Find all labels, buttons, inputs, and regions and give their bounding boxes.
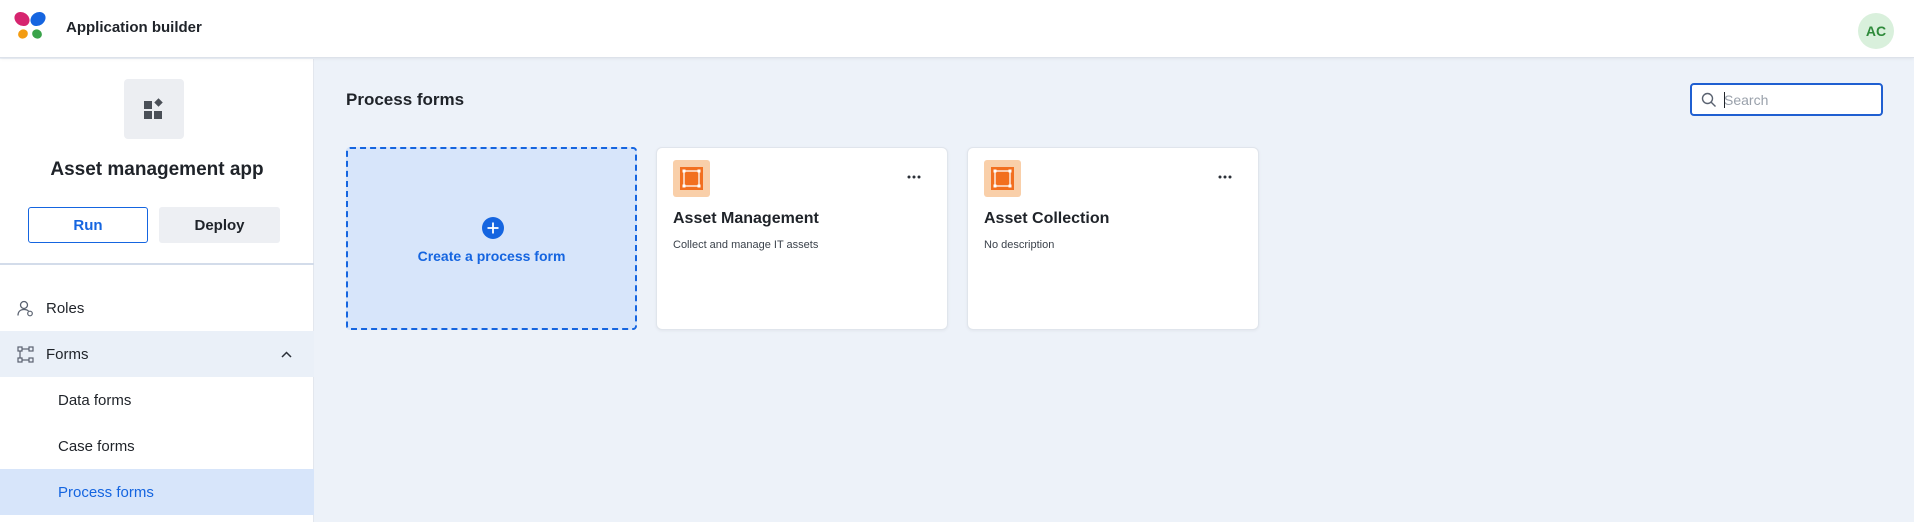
user-avatar[interactable]: AC (1858, 13, 1894, 49)
sidebar-item-forms[interactable]: Forms (0, 331, 314, 377)
search-field[interactable] (1690, 83, 1883, 116)
card-title: Asset Management (673, 210, 819, 227)
sidebar-subitem-label: Case forms (58, 437, 135, 455)
sidebar-subitem-case-forms[interactable]: Case forms (0, 423, 314, 469)
card-title: Asset Collection (984, 210, 1110, 227)
sidebar-subitem-label: Data forms (58, 391, 132, 409)
process-form-card[interactable]: Asset Management Collect and manage IT a… (656, 147, 948, 330)
more-options-icon[interactable] (907, 175, 921, 179)
create-process-form-card[interactable]: Create a process form (346, 147, 637, 330)
search-input[interactable] (1724, 88, 1874, 112)
chevron-up-icon[interactable] (280, 348, 293, 361)
create-process-form-label: Create a process form (417, 248, 566, 264)
butterfly-logo[interactable] (12, 10, 48, 42)
sidebar-item-label: Roles (46, 299, 85, 317)
sidebar-item-roles[interactable]: Roles (0, 285, 314, 331)
sidebar-subitem-label: Process forms (58, 483, 154, 501)
roles-icon (17, 300, 33, 317)
run-button[interactable]: Run (28, 207, 148, 243)
text-caret (1724, 92, 1725, 108)
sidebar-divider (0, 263, 314, 265)
plus-circle-icon (482, 217, 504, 239)
sidebar-subitem-data-forms[interactable]: Data forms (0, 377, 314, 423)
more-options-icon[interactable] (1218, 175, 1232, 179)
process-form-icon (673, 160, 710, 197)
forms-icon (17, 346, 34, 363)
app-builder-title: Application builder (66, 19, 202, 36)
search-icon (1701, 92, 1716, 107)
sidebar-subitem-process-forms[interactable]: Process forms (0, 469, 314, 515)
app-name: Asset management app (50, 159, 264, 180)
sidebar-item-label: Forms (46, 345, 89, 363)
sidebar: Asset management app Run Deploy Roles Fo… (0, 59, 314, 522)
app-icon (124, 79, 184, 139)
card-description: No description (984, 239, 1055, 251)
card-description: Collect and manage IT assets (673, 239, 819, 251)
process-form-icon (984, 160, 1021, 197)
top-header: Application builder AC (0, 0, 1914, 58)
page-title: Process forms (346, 90, 465, 109)
process-form-card[interactable]: Asset Collection No description (967, 147, 1259, 330)
deploy-button[interactable]: Deploy (159, 207, 280, 243)
widgets-icon (144, 98, 163, 119)
